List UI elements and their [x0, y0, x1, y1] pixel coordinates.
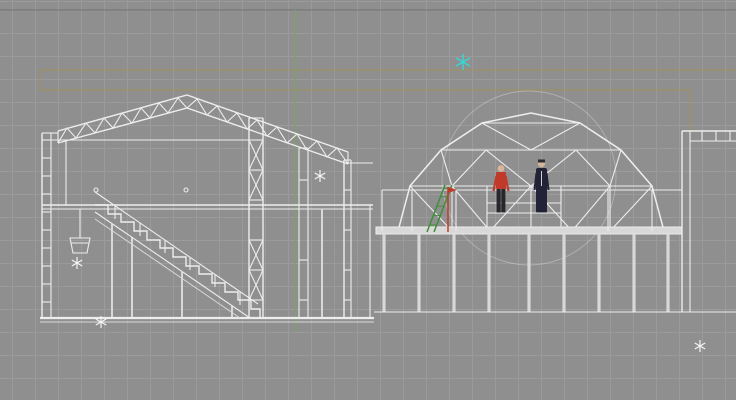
head — [498, 165, 505, 172]
roof-truss[interactable] — [58, 95, 348, 164]
point-helper-star[interactable] — [695, 340, 705, 352]
platform-columns — [384, 234, 668, 312]
railing-posts — [382, 190, 652, 231]
scaffold-tower[interactable] — [249, 118, 263, 318]
mid-post — [299, 148, 308, 318]
point-helper-star[interactable] — [72, 257, 82, 269]
right-wing-structure[interactable] — [682, 131, 736, 312]
leg — [497, 189, 501, 213]
handrail-posts — [115, 206, 240, 305]
leg — [501, 189, 505, 213]
person-red[interactable] — [494, 165, 509, 213]
person-dark[interactable] — [535, 160, 549, 214]
hair — [538, 160, 545, 163]
viewport-canvas[interactable] — [0, 0, 736, 400]
right-wall — [344, 160, 373, 318]
bounding-lines[interactable] — [40, 70, 736, 132]
point-helper-star-cyan[interactable] — [456, 54, 470, 70]
scene-svg — [0, 0, 736, 400]
ladder-wall — [42, 133, 58, 318]
point-helper-star[interactable] — [315, 170, 325, 182]
circle-marker[interactable] — [94, 188, 98, 192]
suspended-basket[interactable] — [70, 209, 90, 253]
staircase[interactable] — [95, 192, 260, 318]
torso — [496, 172, 506, 189]
left-building[interactable] — [40, 133, 374, 322]
platform-beam — [376, 227, 682, 234]
circle-marker[interactable] — [184, 188, 188, 192]
